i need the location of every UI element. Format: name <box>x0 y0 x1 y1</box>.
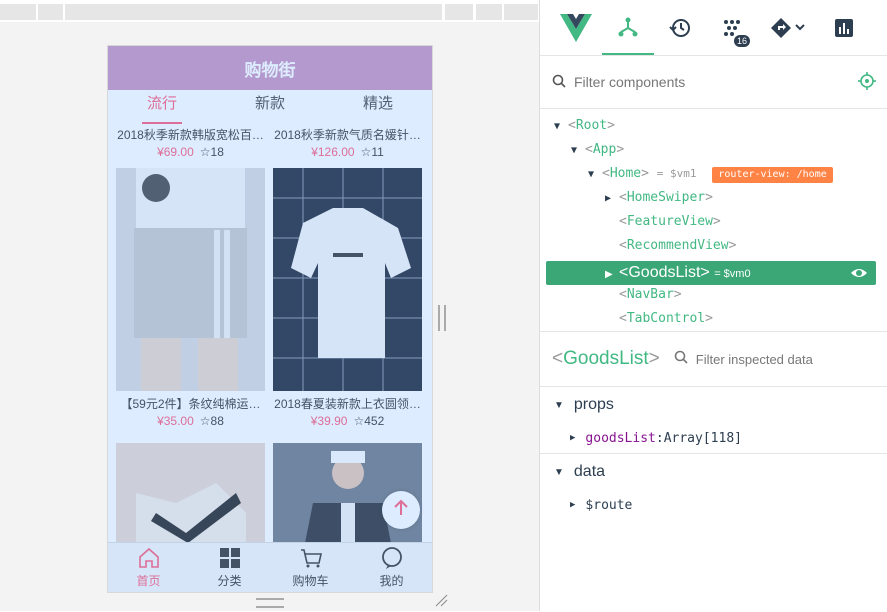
tree-node-goodslist[interactable]: ▶ <GoodsList> = $vm0 <box>605 262 751 284</box>
goods-price: ¥35.00 <box>157 414 194 428</box>
goods-item[interactable]: 2018秋季新款气质名媛针… ¥126.00 ☆11 <box>273 126 422 159</box>
vm-ref: = $vm0 <box>714 268 751 280</box>
profile-icon <box>381 547 402 569</box>
back-top-button[interactable] <box>382 491 420 529</box>
vm-ref: = $vm1 <box>656 167 697 180</box>
home-icon <box>138 547 159 568</box>
star-icon: ☆ <box>199 414 211 428</box>
goods-fav-count: 452 <box>364 414 385 428</box>
tree-node-tabcontrol[interactable]: <TabControl> <box>619 308 713 330</box>
history-icon[interactable] <box>654 0 706 55</box>
tree-node-homeswiper[interactable]: ▶ <HomeSwiper> <box>605 187 713 209</box>
main-tab-profile[interactable]: 我的 <box>351 543 432 592</box>
router-view-badge: router-view: /home <box>712 167 833 183</box>
main-tab-bar: 首页 分类 购物车 我的 <box>108 542 432 592</box>
search-icon <box>674 350 688 369</box>
goods-item[interactable]: 2018秋季新款韩版宽松百… ¥69.00 ☆18 <box>116 126 265 159</box>
components-tab-icon[interactable] <box>602 0 654 55</box>
goods-title: 2018春夏装新款上衣圆领… <box>274 397 421 411</box>
goods-fav-count: 18 <box>210 145 224 159</box>
events-icon[interactable]: 16 <box>706 0 758 55</box>
tab-new[interactable]: 新款 <box>216 90 324 126</box>
main-tab-label: 分类 <box>217 574 242 588</box>
main-tab-cart[interactable]: 购物车 <box>270 543 351 592</box>
tree-node-recommendview[interactable]: <RecommendView> <box>619 235 736 257</box>
goods-image <box>273 168 422 391</box>
tree-node-root[interactable]: ▼ <Root> <box>554 115 615 137</box>
goods-price: ¥39.90 <box>310 414 348 428</box>
resize-handle-bottom[interactable] <box>256 598 284 608</box>
inspected-component-name: <GoodsList> <box>552 348 660 369</box>
expand-arrow-icon[interactable]: ▼ <box>554 116 568 138</box>
performance-chart-icon[interactable] <box>818 0 870 55</box>
goods-title: 【59元2件】条纹纯棉运… <box>120 397 261 411</box>
star-icon: ☆ <box>199 145 211 159</box>
goods-list: 2018秋季新款韩版宽松百… ¥69.00 ☆18 2018秋季新款气质名媛针… … <box>108 126 432 542</box>
mobile-device-frame: 购物街 流行 新款 精选 2018秋季新款韩版宽松百… ¥69.00 ☆18 20… <box>107 45 433 593</box>
prop-row[interactable]: ▶ goodsList: Array[118] <box>540 423 887 453</box>
expand-arrow-icon[interactable]: ▼ <box>588 164 602 186</box>
category-icon <box>219 548 240 568</box>
expand-arrow-icon[interactable]: ▼ <box>571 140 585 162</box>
eye-icon[interactable] <box>850 265 868 286</box>
main-tab-category[interactable]: 分类 <box>189 543 270 592</box>
tree-node-home[interactable]: ▼ <Home> = $vm1 router-view: /home <box>588 163 833 185</box>
devtools-toolbar: 16 <box>540 0 887 56</box>
inspect-filter-input[interactable]: Filter inspected data <box>696 352 813 367</box>
collapse-arrow-icon: ▼ <box>554 399 564 411</box>
select-component-icon[interactable] <box>858 71 876 93</box>
component-filter-input[interactable]: Filter components <box>574 74 858 90</box>
tab-control: 流行 新款 精选 <box>108 90 432 126</box>
main-tab-label: 首页 <box>136 574 161 588</box>
tree-node-goodslist-selected[interactable]: ▶ <GoodsList> = $vm0 <box>546 261 876 285</box>
vue-logo-icon <box>550 0 602 55</box>
goods-price: ¥126.00 <box>311 145 355 159</box>
goods-fav-count: 11 <box>371 145 384 159</box>
tab-popular[interactable]: 流行 <box>108 90 216 126</box>
props-section: ▼ props ▶ goodsList: Array[118] <box>540 387 887 454</box>
inspector-header: <GoodsList> Filter inspected data <box>540 332 887 387</box>
goods-title: 2018秋季新款气质名媛针… <box>274 128 421 142</box>
tree-node-featureview[interactable]: <FeatureView> <box>619 211 721 233</box>
component-filter[interactable]: Filter components <box>540 56 887 109</box>
expand-arrow-icon: ▶ <box>570 500 576 510</box>
star-icon: ☆ <box>353 414 365 428</box>
data-row[interactable]: ▶ $route <box>540 490 887 520</box>
nav-bar-title: 购物街 <box>244 60 296 80</box>
component-tree: ▼ <Root> ▼ <App> ▼ <Home> = $vm1 router-vie… <box>540 109 887 332</box>
device-preview-area: 购物街 流行 新款 精选 2018秋季新款韩版宽松百… ¥69.00 ☆18 20… <box>0 0 539 611</box>
data-section-header[interactable]: ▼ data <box>540 454 887 490</box>
resize-handle-corner[interactable] <box>434 593 448 607</box>
expand-arrow-icon: ▶ <box>570 433 576 443</box>
events-count-badge: 16 <box>733 35 750 47</box>
search-icon <box>552 74 566 91</box>
tree-node-app[interactable]: ▼ <App> <box>571 139 624 161</box>
router-menu-icon[interactable] <box>758 0 818 55</box>
nav-bar: 购物街 <box>108 46 432 90</box>
goods-title: 2018秋季新款韩版宽松百… <box>117 128 264 142</box>
goods-fav-count: 88 <box>210 414 224 428</box>
cart-icon <box>300 549 322 568</box>
data-section: ▼ data ▶ $route <box>540 454 887 520</box>
resize-handle-right[interactable] <box>438 305 446 331</box>
goods-item[interactable]: 2018春夏装新款上衣圆领… ¥39.90 ☆452 <box>273 168 422 428</box>
goods-image <box>116 168 265 391</box>
expand-arrow-icon[interactable]: ▶ <box>605 264 619 286</box>
arrow-up-icon <box>392 497 410 523</box>
vue-devtools-panel: 16 Filter components ▼ <Root> ▼ <App> ▼ <Ho… <box>539 0 887 611</box>
main-tab-label: 我的 <box>379 574 404 588</box>
tree-node-navbar[interactable]: <NavBar> <box>619 284 682 306</box>
goods-price: ¥69.00 <box>157 145 194 159</box>
main-tab-label: 购物车 <box>292 574 329 588</box>
collapse-arrow-icon: ▼ <box>554 466 564 478</box>
star-icon: ☆ <box>360 145 372 159</box>
expand-arrow-icon[interactable]: ▶ <box>605 188 619 210</box>
tab-selected[interactable]: 精选 <box>324 90 432 126</box>
props-section-header[interactable]: ▼ props <box>540 387 887 423</box>
main-tab-home[interactable]: 首页 <box>108 543 189 592</box>
responsive-ruler <box>0 0 539 22</box>
goods-item[interactable]: 【59元2件】条纹纯棉运… ¥35.00 ☆88 <box>116 168 265 428</box>
goods-image <box>116 443 265 542</box>
goods-item[interactable] <box>116 443 265 542</box>
